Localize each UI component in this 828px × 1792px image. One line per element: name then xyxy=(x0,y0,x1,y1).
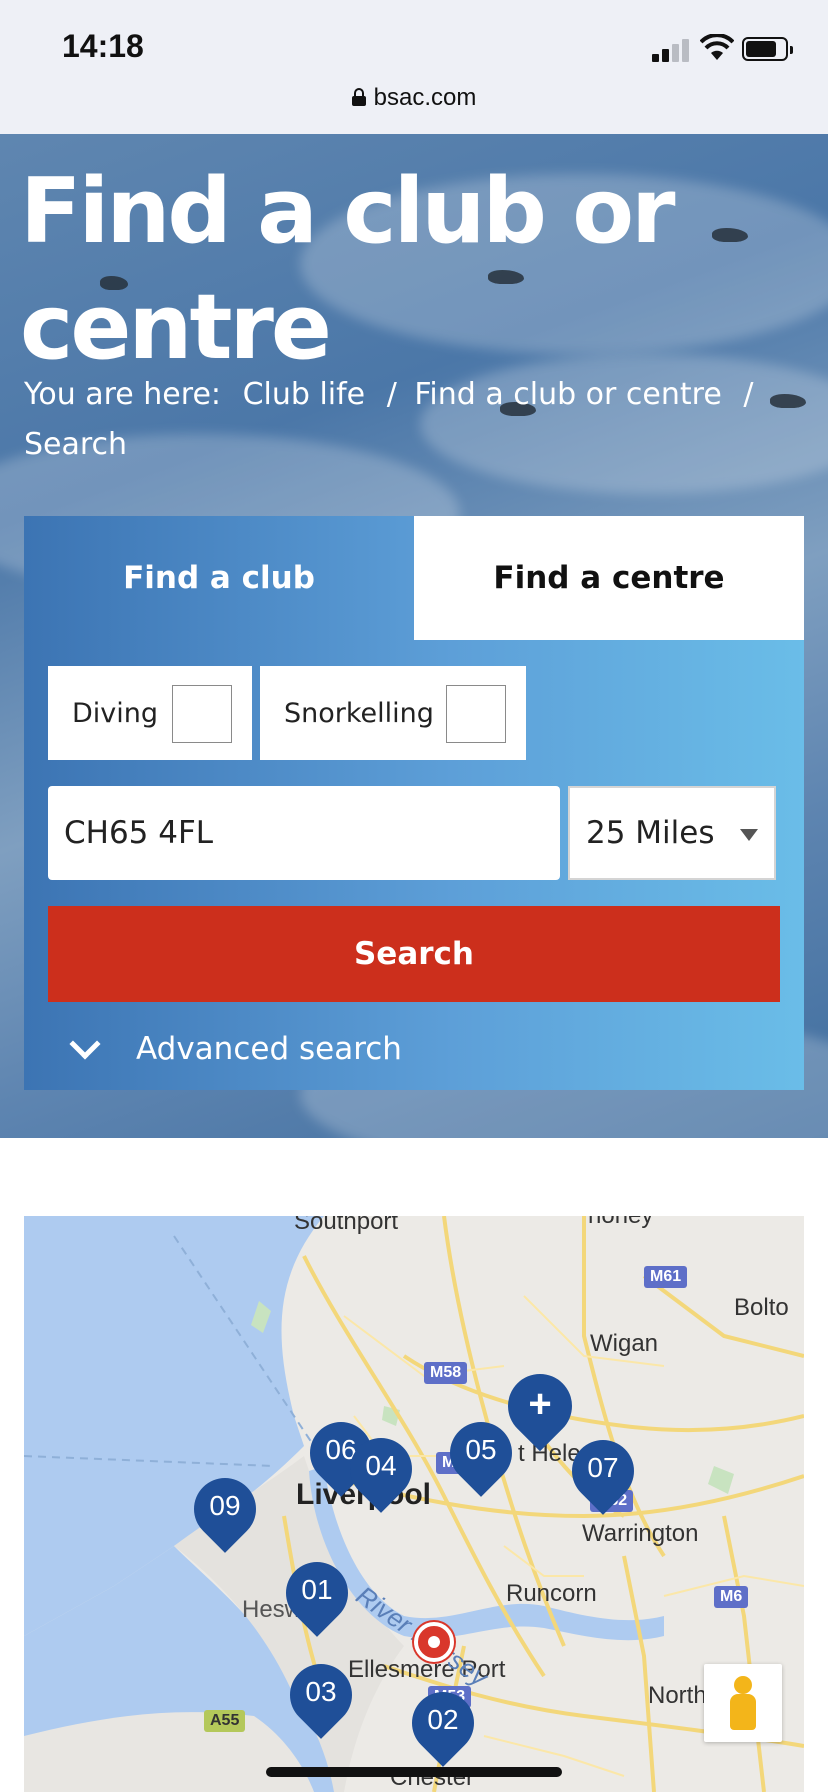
breadcrumb: You are here: Club life / Find a club or… xyxy=(24,370,784,470)
map-label-warrington: Warrington xyxy=(582,1520,699,1547)
diving-checkbox[interactable] xyxy=(172,685,232,743)
address-url: bsac.com xyxy=(373,84,477,111)
map-pin-cluster[interactable]: + xyxy=(494,1360,586,1454)
lock-icon xyxy=(351,88,366,106)
snorkelling-checkbox[interactable] xyxy=(446,685,506,743)
breadcrumb-prefix: You are here: xyxy=(24,377,222,412)
tab-find-club[interactable]: Find a club xyxy=(24,516,414,640)
map-pin-03[interactable]: 03 xyxy=(277,1651,365,1740)
advanced-search-label: Advanced search xyxy=(136,1031,402,1067)
diving-filter-label: Diving xyxy=(72,697,159,729)
breadcrumb-current: Search xyxy=(24,427,128,462)
snorkelling-filter-label: Snorkelling xyxy=(284,697,434,729)
diving-filter[interactable]: Diving xyxy=(48,666,252,760)
road-badge-m6: M6 xyxy=(714,1586,749,1608)
map-label-wigan: Wigan xyxy=(590,1330,659,1357)
breadcrumb-separator: / xyxy=(386,377,397,412)
club-map[interactable]: Southport horley Wigan Bolto Liverpool t… xyxy=(24,1216,804,1792)
map-pin-04[interactable]: 04 xyxy=(337,1425,425,1514)
cellular-signal-icon xyxy=(652,38,692,62)
map-label-southport: Southport xyxy=(294,1216,399,1235)
map-pin-05[interactable]: 05 xyxy=(437,1409,525,1498)
home-indicator[interactable] xyxy=(266,1767,562,1777)
road-badge-a55: A55 xyxy=(204,1710,246,1732)
address-bar[interactable]: bsac.com xyxy=(0,84,828,112)
page: 14:18 bsac.com Find a club or centre You… xyxy=(0,0,828,1792)
breadcrumb-link-find-club[interactable]: Find a club or centre xyxy=(414,377,721,412)
hero-banner: Find a club or centre You are here: Club… xyxy=(0,134,828,1138)
map-pin-07[interactable]: 07 xyxy=(559,1427,647,1516)
dropdown-caret-icon xyxy=(740,829,758,841)
map-label-chorley: horley xyxy=(588,1216,653,1230)
breadcrumb-link-club-life[interactable]: Club life xyxy=(243,377,366,412)
street-view-pegman-icon[interactable] xyxy=(704,1664,782,1742)
map-label-northwich: North xyxy=(648,1682,707,1709)
distance-select[interactable]: 25 Miles xyxy=(568,786,776,880)
breadcrumb-separator: / xyxy=(743,377,754,412)
road-badge-m58: M58 xyxy=(424,1362,468,1384)
page-title: Find a club or centre xyxy=(20,159,675,380)
search-button[interactable]: Search xyxy=(48,906,780,1002)
snorkelling-filter[interactable]: Snorkelling xyxy=(260,666,526,760)
map-pin-09[interactable]: 09 xyxy=(181,1465,269,1554)
status-time: 14:18 xyxy=(62,28,144,64)
search-panel: Find a club Find a centre Diving Snorkel… xyxy=(24,516,804,1090)
map-pin-02[interactable]: 02 xyxy=(399,1679,487,1768)
road-badge-m61: M61 xyxy=(644,1266,688,1288)
chevron-down-icon xyxy=(69,1028,101,1060)
tab-find-centre[interactable]: Find a centre xyxy=(414,516,804,640)
postcode-input[interactable]: CH65 4FL xyxy=(48,786,560,880)
map-pin-01[interactable]: 01 xyxy=(273,1549,361,1638)
advanced-search-toggle[interactable]: Advanced search xyxy=(69,1022,402,1076)
search-location-marker xyxy=(414,1622,454,1662)
distance-select-value: 25 Miles xyxy=(586,815,715,851)
map-label-runcorn: Runcorn xyxy=(506,1580,597,1607)
map-label-bolton: Bolto xyxy=(734,1294,789,1321)
wifi-icon xyxy=(700,34,734,60)
battery-icon xyxy=(742,37,793,61)
status-bar: 14:18 bsac.com xyxy=(0,0,828,134)
